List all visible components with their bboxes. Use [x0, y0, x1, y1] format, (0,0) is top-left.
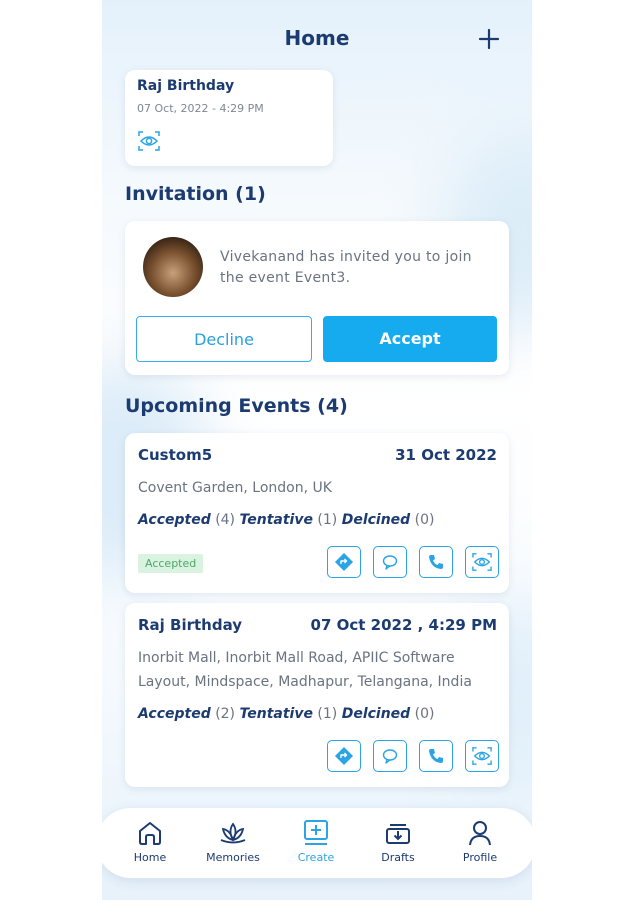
accepted-count: (4) — [215, 512, 236, 528]
recent-event-title: Raj Birthday — [137, 78, 235, 94]
tentative-label: Tentative — [239, 706, 313, 722]
status-badge: Accepted — [138, 554, 204, 573]
tentative-count: (1) — [317, 512, 338, 528]
nav-item-drafts[interactable]: Drafts — [363, 818, 433, 864]
nav-item-create[interactable]: Create — [281, 818, 351, 864]
directions-button[interactable] — [327, 546, 361, 578]
tentative-label: Tentative — [239, 512, 313, 528]
event-address: Inorbit Mall, Inorbit Mall Road, APIIC S… — [138, 650, 472, 690]
bottom-nav: Home Memories Create Drafts Profile — [102, 808, 532, 878]
add-square-icon — [304, 820, 328, 845]
eye-scan-icon — [472, 553, 492, 571]
event-card[interactable]: Raj Birthday 07 Oct 2022 , 4:29 PM Inorb… — [125, 603, 509, 787]
chat-icon — [382, 749, 398, 764]
declined-count: (0) — [414, 706, 435, 722]
app-screen: Home Raj Birthday 07 Oct, 2022 - 4:29 PM… — [102, 0, 532, 900]
event-card[interactable]: Custom5 31 Oct 2022 Covent Garden, Londo… — [125, 433, 509, 593]
recent-event-card[interactable]: Raj Birthday 07 Oct, 2022 - 4:29 PM — [125, 70, 333, 166]
event-actions — [327, 740, 499, 772]
call-button[interactable] — [419, 740, 453, 772]
invitation-message: Vivekanand has invited you to join the e… — [220, 249, 472, 286]
profile-icon — [469, 821, 491, 846]
eye-scan-icon — [472, 747, 492, 765]
event-date: 07 Oct 2022 , 4:29 PM — [310, 616, 497, 634]
view-button[interactable] — [465, 546, 499, 578]
event-actions — [327, 546, 499, 578]
chat-button[interactable] — [373, 546, 407, 578]
declined-label: Delcined — [341, 512, 411, 528]
lotus-icon — [220, 822, 246, 844]
phone-icon — [429, 749, 443, 763]
tentative-count: (1) — [317, 706, 338, 722]
invitation-heading: Invitation (1) — [125, 183, 266, 205]
accepted-count: (2) — [215, 706, 236, 722]
nav-item-home[interactable]: Home — [115, 818, 185, 864]
nav-label: Home — [133, 851, 167, 864]
page-title: Home — [284, 26, 350, 50]
nav-item-memories[interactable]: Memories — [198, 818, 268, 864]
upcoming-events-heading: Upcoming Events (4) — [125, 395, 348, 417]
nav-item-profile[interactable]: Profile — [445, 818, 515, 864]
app-header: Home — [102, 0, 532, 76]
invitation-card: Vivekanand has invited you to join the e… — [125, 221, 509, 375]
event-rsvp-summary: Accepted (2) Tentative (1) Delcined (0) — [138, 706, 435, 722]
view-button[interactable] — [465, 740, 499, 772]
declined-label: Delcined — [341, 706, 411, 722]
event-name: Custom5 — [138, 446, 213, 464]
drafts-tray-icon — [386, 824, 410, 844]
accept-button[interactable]: Accept — [323, 316, 497, 362]
accepted-label: Accepted — [138, 706, 211, 722]
chat-icon — [382, 555, 398, 570]
eye-scan-icon[interactable] — [137, 130, 161, 152]
chat-button[interactable] — [373, 740, 407, 772]
nav-label: Create — [297, 851, 335, 864]
call-button[interactable] — [419, 546, 453, 578]
recent-event-datetime: 07 Oct, 2022 - 4:29 PM — [137, 102, 264, 115]
event-name: Raj Birthday — [138, 616, 243, 634]
nav-label: Memories — [206, 851, 260, 864]
event-address: Covent Garden, London, UK — [138, 480, 332, 496]
home-icon — [139, 822, 161, 845]
event-rsvp-summary: Accepted (4) Tentative (1) Delcined (0) — [138, 512, 435, 528]
decline-button[interactable]: Decline — [136, 316, 312, 362]
nav-label: Drafts — [381, 851, 415, 864]
declined-count: (0) — [414, 512, 435, 528]
directions-icon — [335, 553, 353, 571]
accepted-label: Accepted — [138, 512, 211, 528]
directions-icon — [335, 747, 353, 765]
nav-label: Profile — [462, 851, 498, 864]
event-date: 31 Oct 2022 — [395, 446, 497, 464]
avatar — [143, 237, 203, 297]
phone-icon — [429, 555, 443, 569]
directions-button[interactable] — [327, 740, 361, 772]
add-event-button[interactable] — [478, 28, 500, 50]
